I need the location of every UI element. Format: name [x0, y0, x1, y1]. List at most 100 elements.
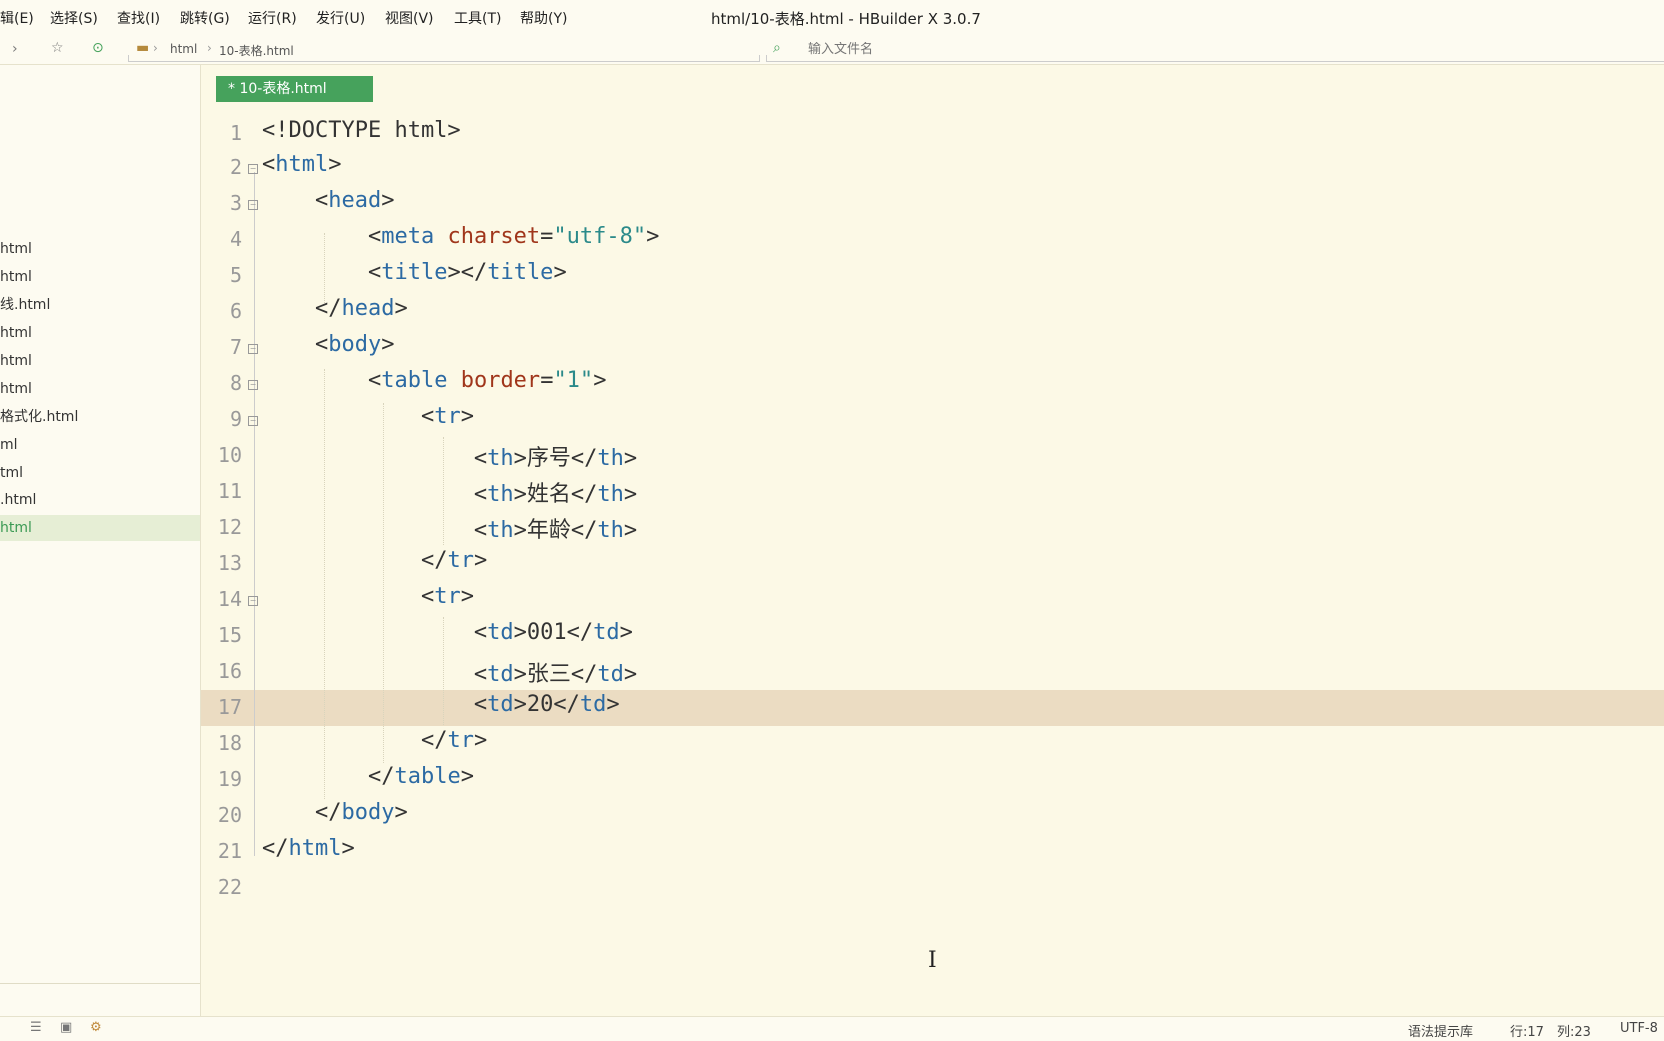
code-line-20: </body>	[314, 800, 408, 825]
line-number: 6	[229, 299, 242, 323]
line-number: 3	[229, 191, 242, 215]
line-number: 9	[229, 407, 242, 431]
code-line-3: <head>	[314, 188, 395, 213]
folder-icon: ▬	[136, 40, 150, 56]
menu-find[interactable]: 查找(I)	[117, 8, 160, 28]
list-icon[interactable]: ☰	[30, 1020, 42, 1035]
sidebar-file-label: html	[0, 353, 32, 369]
code-line-14: <tr>	[420, 584, 474, 609]
line-number: 4	[229, 227, 242, 251]
code-line-11: <th>姓名</th>	[473, 482, 638, 507]
line-number: 15	[217, 623, 242, 647]
breadcrumb-folder[interactable]: html	[170, 42, 197, 56]
syntax-library-button[interactable]: 语法提示库	[1408, 1021, 1473, 1040]
line-number: 13	[217, 551, 242, 575]
plugin-icon[interactable]: ⚙	[90, 1020, 102, 1035]
line-number: 16	[217, 659, 242, 683]
line-number: 10	[217, 443, 242, 467]
line-number: 11	[217, 479, 242, 503]
line-number: 8	[229, 371, 242, 395]
sidebar-file-label: tml	[0, 465, 24, 481]
sidebar-file-item-active[interactable]: html	[0, 515, 200, 541]
status-bar: ☰ ▣ ⚙ 语法提示库 行:17 列:23 UTF-8	[0, 1016, 1664, 1041]
menu-publish[interactable]: 发行(U)	[316, 8, 365, 28]
code-line-7: <body>	[314, 332, 395, 357]
file-search-input[interactable]	[808, 42, 1108, 57]
sidebar-file-item[interactable]: html	[0, 236, 200, 262]
cursor-column: 列:23	[1557, 1025, 1591, 1040]
code-line-17: <td>20</td>	[473, 692, 620, 717]
fold-toggle-icon[interactable]: −	[248, 200, 258, 210]
code-line-8: <table border="1">	[367, 368, 607, 393]
breadcrumb-divider	[128, 55, 760, 62]
line-number: 17	[217, 695, 242, 719]
encoding-indicator[interactable]: UTF-8	[1620, 1021, 1658, 1036]
menubar: 辑(E) 选择(S) 查找(I) 跳转(G) 运行(R) 发行(U) 视图(V)…	[0, 0, 1664, 34]
code-line-2: <html>	[262, 152, 342, 177]
menu-help[interactable]: 帮助(Y)	[520, 8, 567, 28]
sidebar-file-label: html	[0, 325, 32, 341]
breadcrumb-separator-icon: ›	[207, 41, 212, 55]
star-icon[interactable]: ☆	[51, 41, 64, 55]
sidebar-file-item[interactable]: ml	[0, 432, 200, 458]
fold-toggle-icon[interactable]: −	[248, 380, 258, 390]
forward-icon[interactable]: ›	[12, 42, 18, 56]
terminal-icon[interactable]: ▣	[60, 1020, 72, 1035]
sidebar-file-item[interactable]: tml	[0, 460, 200, 486]
code-line-6: </head>	[314, 296, 408, 321]
code-line-10: <th>序号</th>	[473, 446, 638, 471]
breadcrumb-separator-icon: ›	[153, 41, 158, 55]
menu-tools[interactable]: 工具(T)	[454, 8, 501, 28]
text-cursor-icon: I	[928, 948, 937, 973]
code-line-5: <title></title>	[367, 260, 567, 285]
line-number: 1	[229, 121, 242, 145]
sidebar-divider	[0, 983, 200, 984]
line-number: 22	[217, 875, 242, 899]
fold-toggle-icon[interactable]: −	[248, 416, 258, 426]
sidebar-file-item[interactable]: html	[0, 376, 200, 402]
line-number: 14	[217, 587, 242, 611]
sidebar-file-label: html	[0, 241, 32, 257]
line-number: 12	[217, 515, 242, 539]
sidebar-file-label: html	[0, 269, 32, 285]
code-line-16: <td>张三</td>	[473, 662, 638, 687]
code-line-15: <td>001</td>	[473, 620, 633, 645]
line-number: 18	[217, 731, 242, 755]
sidebar-file-item[interactable]: 格式化.html	[0, 404, 200, 430]
code-line-21: </html>	[262, 836, 355, 861]
fold-toggle-icon[interactable]: −	[248, 164, 258, 174]
menu-select[interactable]: 选择(S)	[50, 8, 98, 28]
code-line-13: </tr>	[420, 548, 488, 573]
sidebar-file-label: ml	[0, 437, 18, 453]
code-line-1: <!DOCTYPE html>	[262, 118, 461, 143]
line-number: 19	[217, 767, 242, 791]
menu-view[interactable]: 视图(V)	[385, 8, 434, 28]
sidebar-file-label: 格式化.html	[0, 409, 79, 425]
sidebar-file-label: 线.html	[0, 297, 51, 313]
line-number: 21	[217, 839, 242, 863]
sidebar-file-item[interactable]: 线.html	[0, 292, 200, 318]
tab-active-file[interactable]: * 10-表格.html	[216, 76, 373, 102]
window-title: html/10-表格.html - HBuilder X 3.0.7	[711, 10, 981, 28]
run-icon[interactable]: ⊙	[92, 41, 104, 55]
sidebar-file-item[interactable]: html	[0, 320, 200, 346]
menu-goto[interactable]: 跳转(G)	[180, 8, 230, 28]
fold-toggle-icon[interactable]: −	[248, 344, 258, 354]
fold-gutter-line	[254, 172, 255, 856]
sidebar-file-label: html	[0, 520, 32, 536]
line-number: 20	[217, 803, 242, 827]
menu-run[interactable]: 运行(R)	[248, 8, 297, 28]
code-line-19: </table>	[367, 764, 474, 789]
project-sidebar: html html 线.html html html html 格式化.html…	[0, 65, 201, 1016]
code-line-4: <meta charset="utf-8">	[367, 224, 660, 249]
menu-edit[interactable]: 辑(E)	[0, 8, 34, 28]
sidebar-file-label: html	[0, 381, 32, 397]
line-number: 5	[229, 263, 242, 287]
fold-toggle-icon[interactable]: −	[248, 596, 258, 606]
cursor-row: 行:17	[1510, 1025, 1544, 1040]
code-line-18: </tr>	[420, 728, 488, 753]
sidebar-file-item[interactable]: html	[0, 348, 200, 374]
sidebar-file-item[interactable]: .html	[0, 487, 200, 513]
line-number: 7	[229, 335, 242, 359]
sidebar-file-item[interactable]: html	[0, 264, 200, 290]
